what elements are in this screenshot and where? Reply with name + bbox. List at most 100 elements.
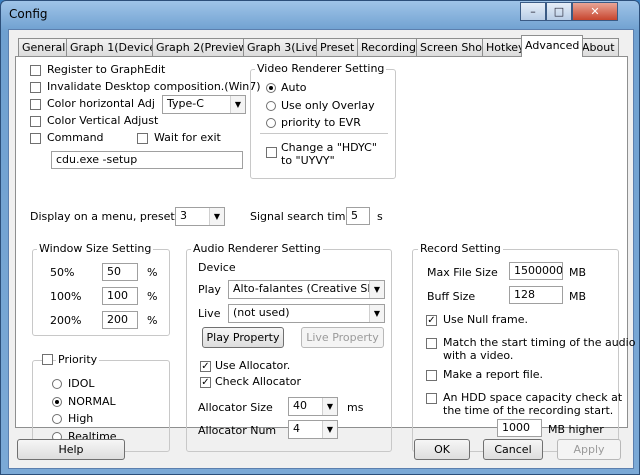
command-input[interactable]: cdu.exe -setup [51,151,243,169]
command-label: Command [47,131,104,144]
priority-normal-radio[interactable] [52,397,62,407]
allocator-size-value: 40 [293,399,307,412]
chevron-down-icon: ▼ [209,208,224,225]
invalidate-desktop-label: Invalidate Desktop composition.(Win7) [47,80,261,93]
priority-idol-label: IDOL [68,377,95,390]
tab-screen-shot[interactable]: Screen Shot [416,38,491,56]
renderer-divider [260,133,388,134]
report-file-checkbox[interactable] [426,370,437,381]
close-button[interactable]: ✕ [572,2,618,21]
video-renderer-title: Video Renderer Setting [255,62,387,75]
dialog-client: General Graph 1(Device) Graph 2(Preview)… [8,29,635,469]
register-graphedit-label: Register to GraphEdit [47,63,166,76]
display-menu-select[interactable]: 3 ▼ [175,207,225,226]
max-file-size-unit: MB [569,266,587,279]
null-frame-label: Use Null frame. [443,313,528,326]
buff-size-label: Buff Size [427,290,476,303]
maximize-button[interactable]: □ [546,2,572,21]
color-horizontal-checkbox[interactable] [30,99,41,110]
live-device-value: (not used) [233,306,290,319]
tab-graph3-live[interactable]: Graph 3(Live) [243,38,327,56]
allocator-num-select[interactable]: 4 ▼ [288,420,338,439]
tab-recording[interactable]: Recording [357,38,421,56]
size-200-label: 200% [50,314,82,327]
invalidate-desktop-checkbox[interactable] [30,82,41,93]
hdd-check-label: An HDD space capacity check at [443,391,623,404]
window-frame: Config – □ ✕ General Graph 1(Device) Gra… [0,0,640,475]
priority-high-label: High [68,412,94,425]
size-200-unit: % [147,314,158,327]
signal-search-label: Signal search time [250,210,353,223]
hdd-check-label-2: the time of the recording start. [443,404,614,417]
record-title: Record Setting [418,242,503,255]
minimize-button[interactable]: – [520,2,546,21]
live-property-button[interactable]: Live Property [301,327,384,348]
advanced-panel: Register to GraphEdit Invalidate Desktop… [15,56,635,452]
match-timing-label: Match the start timing of the audio [443,336,636,349]
color-type-value: Type-C [167,97,204,110]
help-button[interactable]: Help [17,439,125,460]
priority-title: Priority [56,353,100,366]
command-checkbox[interactable] [30,133,41,144]
size-50-unit: % [147,266,158,279]
audio-renderer-title: Audio Renderer Setting [191,242,323,255]
renderer-overlay-label: Use only Overlay [281,99,375,112]
size-50-label: 50% [50,266,75,279]
use-allocator-checkbox[interactable]: ✓ [200,361,211,372]
size-50-input[interactable]: 50 [102,263,138,281]
priority-high-radio[interactable] [52,414,62,424]
null-frame-checkbox[interactable]: ✓ [426,315,437,326]
allocator-size-label: Allocator Size [198,401,273,414]
priority-normal-label: NORMAL [68,395,116,408]
ok-button[interactable]: OK [414,439,470,460]
register-graphedit-checkbox[interactable] [30,65,41,76]
tab-about[interactable]: About [578,38,619,56]
tab-graph2-preview[interactable]: Graph 2(Preview) [152,38,256,56]
play-label: Play [198,283,221,296]
apply-button[interactable]: Apply [557,439,621,460]
match-timing-checkbox[interactable] [426,338,437,349]
size-100-label: 100% [50,290,82,303]
chevron-down-icon: ▼ [369,281,384,298]
play-property-button[interactable]: Play Property [202,327,284,348]
live-device-select[interactable]: (not used) ▼ [228,304,385,323]
hdd-check-checkbox[interactable] [426,393,437,404]
buff-size-input[interactable]: 128 [509,286,563,304]
priority-checkbox[interactable] [42,354,53,365]
chevron-down-icon: ▼ [322,398,337,415]
chevron-down-icon: ▼ [322,421,337,438]
tab-preset[interactable]: Preset [316,38,359,56]
change-hdyc-checkbox[interactable] [266,147,277,158]
priority-idol-radio[interactable] [52,379,62,389]
allocator-size-select[interactable]: 40 ▼ [288,397,338,416]
device-label: Device [198,261,236,274]
report-file-label: Make a report file. [443,368,544,381]
size-200-input[interactable]: 200 [102,311,138,329]
chevron-down-icon: ▼ [230,96,245,113]
renderer-evr-radio[interactable] [266,118,276,128]
display-menu-value: 3 [180,209,187,222]
check-allocator-label: Check Allocator [215,375,302,388]
signal-search-unit: s [377,210,383,223]
renderer-overlay-radio[interactable] [266,101,276,111]
hdd-capacity-input[interactable]: 1000 [497,419,542,437]
tab-graph1-device[interactable]: Graph 1(Device) [66,38,165,56]
wait-exit-checkbox[interactable] [137,133,148,144]
size-100-input[interactable]: 100 [102,287,138,305]
buff-size-unit: MB [569,290,587,303]
renderer-evr-label: priority to EVR [281,116,361,129]
color-vertical-checkbox[interactable] [30,116,41,127]
tab-advanced[interactable]: Advanced [521,35,584,57]
renderer-auto-radio[interactable] [266,83,276,93]
max-file-size-label: Max File Size [427,266,498,279]
signal-search-input[interactable]: 5 [346,207,370,225]
color-type-select[interactable]: Type-C ▼ [162,95,246,114]
play-device-select[interactable]: Alto-falantes (Creative SB X-F ▼ [228,280,385,299]
use-allocator-label: Use Allocator. [215,359,291,372]
window-title: Config [9,7,48,21]
cancel-button[interactable]: Cancel [483,439,543,460]
tab-general[interactable]: General [18,38,70,56]
max-file-size-input[interactable]: 1500000 [509,262,563,280]
check-allocator-checkbox[interactable]: ✓ [200,377,211,388]
match-timing-label-2: with a video. [443,349,514,362]
